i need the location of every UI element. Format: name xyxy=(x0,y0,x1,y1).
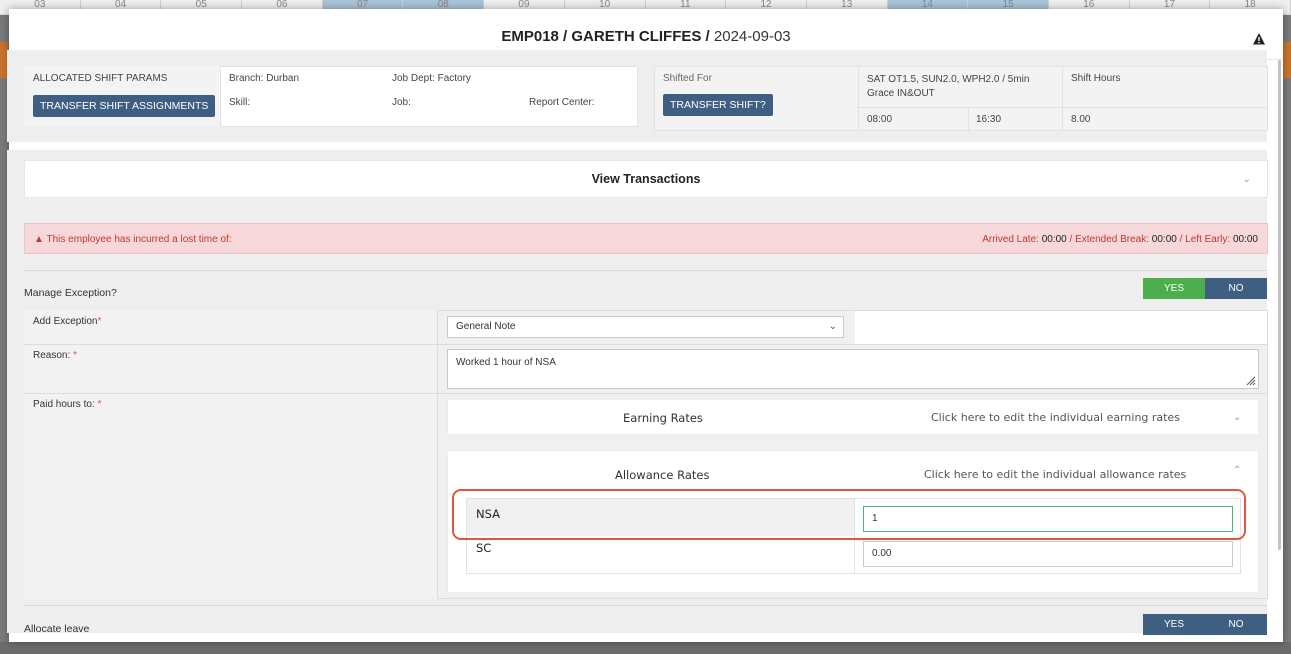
late-label: Arrived Late: xyxy=(982,234,1039,245)
required-mark: * xyxy=(97,399,102,410)
alert-text: This employee has incurred a lost time o… xyxy=(46,234,232,245)
form-label-column xyxy=(24,310,438,599)
chevron-up-icon[interactable]: ⌃ xyxy=(1233,465,1241,476)
allocate-leave-no-button[interactable]: NO xyxy=(1205,614,1267,635)
allowance-row-sc: SC 0.00 xyxy=(467,536,1240,573)
allowance-rates-hint[interactable]: Click here to edit the individual allowa… xyxy=(924,468,1186,481)
shift-grid-divider xyxy=(858,107,1268,108)
background-right-tab xyxy=(1283,42,1291,78)
job-label: Job: xyxy=(392,97,411,108)
shift-grid-divider xyxy=(968,107,969,131)
allowance-label-sc: SC xyxy=(467,536,855,573)
annotation-highlight xyxy=(452,489,1246,540)
earning-rates-title: Earning Rates xyxy=(623,411,703,425)
early-value: 00:00 xyxy=(1232,234,1258,245)
shift-end-time: 16:30 xyxy=(976,114,1002,125)
employee-name: EMP018 / GARETH CLIFFES / xyxy=(501,28,710,45)
reason-text: Reason: xyxy=(33,350,71,361)
add-exception-label: Add Exception* xyxy=(33,316,101,327)
manage-exception-no-button[interactable]: NO xyxy=(1205,278,1267,299)
job-dept-label: Job Dept: Factory xyxy=(392,73,471,84)
modal-scrollbar[interactable] xyxy=(1278,60,1281,550)
exception-type-value: General Note xyxy=(456,321,516,332)
chevron-down-icon: ⌄ xyxy=(1242,174,1251,185)
branch-label: Branch: Durban xyxy=(229,73,300,84)
paid-hours-label: Paid hours to: * xyxy=(33,399,101,410)
required-mark: * xyxy=(97,316,102,327)
manage-exception-yes-button[interactable]: YES xyxy=(1143,278,1205,299)
exception-extra-cell xyxy=(855,311,1267,344)
shift-start-time: 08:00 xyxy=(867,114,893,125)
shift-description: SAT OT1.5, SUN2.0, WPH2.0 / 5min Grace I… xyxy=(867,74,1030,99)
break-value: 00:00 xyxy=(1151,234,1177,245)
allocated-shift-label: ALLOCATED SHIFT PARAMS xyxy=(33,73,168,84)
chevron-down-icon: ⌄ xyxy=(1233,412,1242,423)
chevron-down-icon: ⌄ xyxy=(828,321,837,332)
form-row-divider xyxy=(24,393,1268,394)
earning-rates-accordion[interactable]: Earning Rates Click here to edit the ind… xyxy=(447,399,1259,435)
reason-value: Worked 1 hour of NSA xyxy=(456,357,556,368)
shifted-for-label: Shifted For xyxy=(663,73,712,84)
allowance-rates-title[interactable]: Allowance Rates xyxy=(615,468,709,482)
warning-icon[interactable] xyxy=(1252,32,1266,46)
resize-grip-icon[interactable] xyxy=(1246,376,1256,386)
background-overlay-bottom xyxy=(0,642,1291,654)
reason-textarea[interactable]: Worked 1 hour of NSA xyxy=(447,349,1259,389)
break-label: / Extended Break: xyxy=(1069,234,1150,245)
allocate-leave-toggle: YES NO xyxy=(1143,614,1267,635)
shift-date: 2024-09-03 xyxy=(713,28,791,45)
earning-rates-hint: Click here to edit the individual earnin… xyxy=(931,411,1180,424)
shift-grid-divider xyxy=(1062,66,1063,131)
allowance-input-sc[interactable]: 0.00 xyxy=(863,541,1233,567)
early-label: / Left Early: xyxy=(1179,234,1231,245)
divider xyxy=(24,605,1268,606)
reason-label: Reason: * xyxy=(33,350,77,361)
modal-title: EMP018 / GARETH CLIFFES / 2024-09-03 xyxy=(9,28,1283,45)
alert-message: ▲ This employee has incurred a lost time… xyxy=(34,234,232,245)
warning-icon: ▲ xyxy=(34,234,44,245)
late-value: 00:00 xyxy=(1041,234,1067,245)
manage-exception-label: Manage Exception? xyxy=(24,287,117,299)
shift-hours-value: 8.00 xyxy=(1071,114,1091,125)
view-transactions-accordion[interactable]: View Transactions ⌄ xyxy=(24,160,1268,198)
transfer-shift-button[interactable]: TRANSFER SHIFT? xyxy=(663,94,773,116)
lost-time-alert: ▲ This employee has incurred a lost time… xyxy=(24,223,1268,254)
report-center-label: Report Center: xyxy=(529,97,595,108)
divider xyxy=(24,270,1268,271)
allocate-leave-label: Allocate leave xyxy=(24,623,90,635)
transfer-shift-assignments-button[interactable]: TRANSFER SHIFT ASSIGNMENTS xyxy=(33,95,216,117)
view-transactions-label: View Transactions xyxy=(591,172,701,186)
required-mark: * xyxy=(73,350,77,361)
form-row-divider xyxy=(24,344,1268,345)
skill-label: Skill: xyxy=(229,97,251,108)
paid-hours-text: Paid hours to: xyxy=(33,399,95,410)
manage-exception-toggle: YES NO xyxy=(1143,278,1267,299)
shift-hours-label: Shift Hours xyxy=(1071,73,1121,84)
add-exception-text: Add Exception xyxy=(33,316,98,327)
exception-type-select[interactable]: General Note ⌄ xyxy=(447,316,844,338)
alert-times: Arrived Late: 00:00 / Extended Break: 00… xyxy=(982,234,1258,245)
allocate-leave-yes-button[interactable]: YES xyxy=(1143,614,1205,635)
